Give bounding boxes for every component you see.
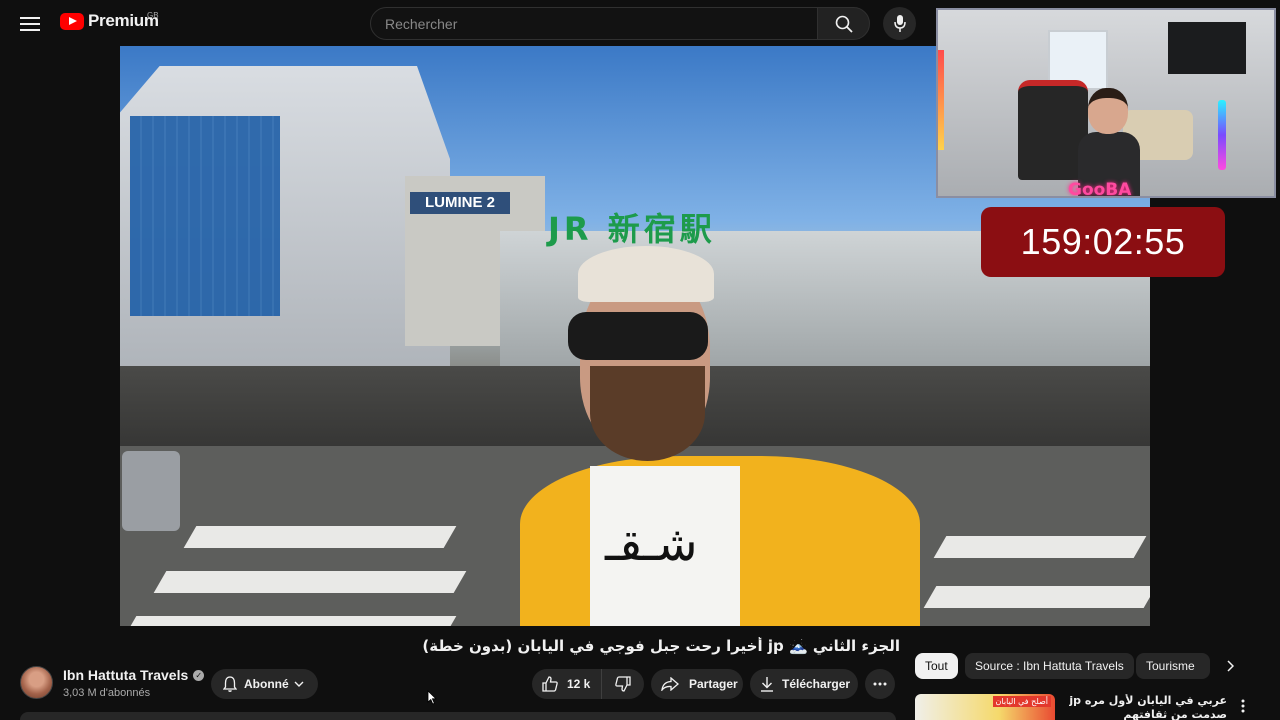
more-horizontal-icon	[873, 682, 887, 686]
video-title: الجزء الثاني 🗻 jp أخيرا رحت جبل فوجي في …	[422, 637, 900, 655]
mic-icon	[893, 15, 906, 32]
recommendation-title[interactable]: عربي في اليابان لأول مره jp صدمت من ثقاف…	[1062, 694, 1227, 720]
share-label: Partager	[689, 677, 738, 691]
subscriber-count: 3,03 M d'abonnés	[63, 687, 151, 699]
mouse-cursor-icon	[427, 690, 437, 705]
streamer-name: GooBA	[1068, 180, 1132, 198]
recommendation-thumbnail[interactable]: أصلح في اليابان	[915, 694, 1055, 720]
channel-avatar[interactable]	[20, 666, 53, 699]
recommendation-thumb-label: أصلح في اليابان	[992, 696, 1051, 707]
youtube-watch-page: Premium GB LUMINE 2 JR 新宿駅	[0, 0, 1280, 720]
search-icon	[835, 15, 853, 33]
video-scene-suitcase	[122, 451, 180, 531]
verified-check-icon: ✓	[193, 669, 205, 681]
download-icon	[761, 677, 773, 692]
chevron-right-icon	[1226, 660, 1234, 672]
thumbs-down-icon	[615, 676, 631, 692]
chip-all[interactable]: Tout	[915, 653, 958, 679]
download-label: Télécharger	[782, 677, 851, 691]
dislike-button[interactable]	[602, 669, 644, 699]
subscribed-label: Abonné	[244, 677, 289, 691]
share-button[interactable]: Partager	[651, 669, 743, 699]
channel-name-link[interactable]: Ibn Hattuta Travels ✓	[63, 667, 205, 683]
chips-next-button[interactable]	[1218, 654, 1242, 678]
chip-tourism[interactable]: Tourisme	[1136, 653, 1210, 679]
like-dislike-group: 12 k	[532, 669, 644, 699]
like-button[interactable]: 12 k	[532, 669, 602, 699]
channel-name: Ibn Hattuta Travels	[63, 667, 189, 683]
description-box[interactable]	[20, 712, 896, 720]
search-input[interactable]	[385, 15, 817, 32]
chip-source-channel[interactable]: Source : Ibn Hattuta Travels	[965, 653, 1134, 679]
stream-timer: 159:02:55	[981, 207, 1225, 277]
region-code: GB	[147, 11, 159, 20]
more-actions-button[interactable]	[865, 669, 895, 699]
download-button[interactable]: Télécharger	[750, 669, 858, 699]
voice-search-button[interactable]	[883, 7, 916, 40]
subscribed-button[interactable]: Abonné	[211, 669, 318, 699]
like-count: 12 k	[567, 677, 591, 691]
video-scene-jr-sign: JR 新宿駅	[548, 210, 716, 248]
video-scene-lumine-sign: LUMINE 2	[410, 192, 510, 214]
hamburger-icon	[20, 17, 40, 31]
search-button[interactable]	[817, 7, 870, 40]
more-vertical-icon	[1241, 699, 1245, 713]
bell-icon	[223, 676, 237, 692]
menu-button[interactable]	[14, 8, 46, 40]
streamer-webcam-overlay: GooBA	[936, 8, 1276, 198]
youtube-play-icon	[60, 12, 84, 30]
share-icon	[661, 677, 679, 691]
search-box[interactable]	[370, 7, 818, 40]
thumbs-up-icon	[542, 676, 558, 692]
chevron-down-icon	[294, 681, 304, 687]
video-scene-presenter: شـقـ	[500, 246, 920, 626]
youtube-premium-logo[interactable]: Premium	[60, 11, 159, 31]
recommendation-menu-button[interactable]	[1234, 696, 1252, 716]
video-scene-glass	[130, 116, 280, 316]
